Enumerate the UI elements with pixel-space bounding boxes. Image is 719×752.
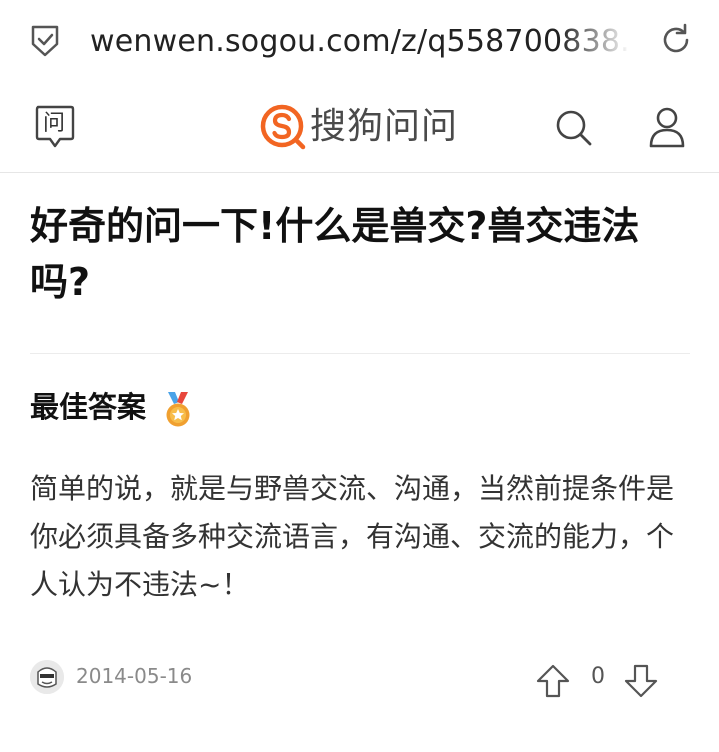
user-icon[interactable] xyxy=(648,106,686,148)
reload-icon[interactable] xyxy=(658,22,694,58)
ask-question-button[interactable]: 问 xyxy=(34,104,76,150)
section-divider xyxy=(30,353,690,354)
question-title: 好奇的问一下!什么是兽交?兽交违法吗? xyxy=(30,204,640,304)
logo-text: 搜狗问问 xyxy=(310,106,459,147)
url-fade xyxy=(560,20,630,64)
sogou-logo[interactable]: 搜狗问问 xyxy=(258,102,458,152)
avatar-image xyxy=(30,660,64,694)
answer-text: 简单的说，就是与野兽交流、沟通，当然前提条件是你必须具备多种交流语言，有沟通、交… xyxy=(30,472,675,601)
shield-check-icon[interactable] xyxy=(30,24,60,58)
best-answer-label: 最佳答案 xyxy=(30,390,147,424)
browser-url-bar: wenwen.sogou.com/z/q558700838.htm xyxy=(0,0,719,82)
answer-footer: 2014-05-16 0 xyxy=(30,656,690,700)
ask-label: 问 xyxy=(42,111,65,136)
vote-count: 0 xyxy=(591,664,605,689)
sogou-logo-mark xyxy=(260,104,306,150)
medal-icon xyxy=(166,392,190,427)
search-icon[interactable] xyxy=(555,109,593,147)
site-header: 问 搜狗问问 xyxy=(0,82,719,173)
url-text[interactable]: wenwen.sogou.com/z/q558700838.htm xyxy=(90,20,630,64)
answer-date: 2014-05-16 xyxy=(76,664,193,688)
downvote-icon[interactable] xyxy=(624,664,658,698)
avatar[interactable] xyxy=(30,660,64,694)
best-answer-header: 最佳答案 xyxy=(30,385,330,429)
upvote-icon[interactable] xyxy=(536,664,570,698)
